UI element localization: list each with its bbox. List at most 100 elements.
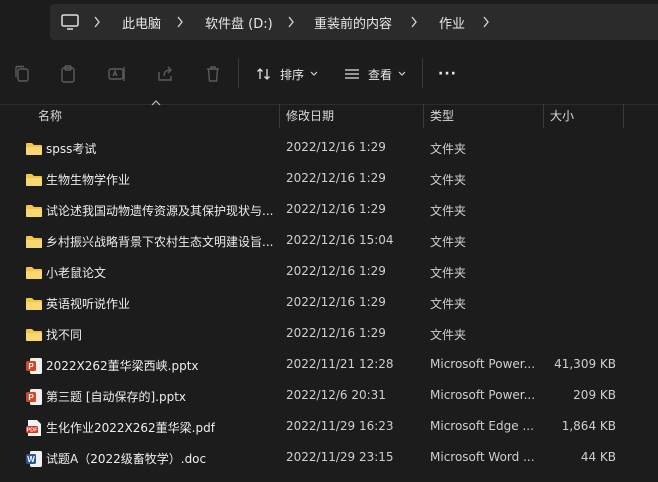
file-name: 试论述我国动物遗传资源及其保护现状与... bbox=[46, 204, 274, 218]
share-icon[interactable] bbox=[155, 64, 175, 84]
file-type: 文件夹 bbox=[430, 204, 467, 218]
file-name: 乡村振兴战略背景下农村生态文明建设旨... bbox=[46, 235, 274, 249]
chevron-right-icon[interactable] bbox=[175, 14, 185, 30]
folder-icon bbox=[26, 298, 42, 310]
copy-icon[interactable] bbox=[12, 64, 32, 84]
chevron-right-icon[interactable] bbox=[92, 14, 102, 30]
file-name: 小老鼠论文 bbox=[46, 266, 107, 280]
paste-icon[interactable] bbox=[58, 64, 78, 84]
svg-text:PDF: PDF bbox=[27, 428, 39, 434]
column-date-header[interactable]: 修改日期 bbox=[286, 104, 334, 128]
view-button[interactable]: 查看 bbox=[344, 62, 414, 86]
folder-icon bbox=[26, 143, 42, 155]
file-date: 2022/12/16 1:29 bbox=[286, 171, 386, 185]
file-type: Microsoft Power... bbox=[430, 388, 536, 402]
file-date: 2022/11/29 16:23 bbox=[286, 419, 394, 433]
docx-icon: W bbox=[26, 451, 42, 467]
column-header: 名称 修改日期 类型 大小 bbox=[0, 104, 658, 128]
file-name: 试题A（2022级畜牧学）.doc bbox=[46, 452, 207, 466]
file-name: 生化作业2022X262董华梁.pdf bbox=[46, 421, 215, 435]
file-name: 第三题 [自动保存的].pptx bbox=[46, 390, 187, 404]
file-type: 文件夹 bbox=[430, 297, 467, 311]
file-row[interactable]: 生物生物学作业 2022/12/16 1:29 文件夹 bbox=[0, 164, 658, 195]
pptx-icon: P bbox=[26, 389, 42, 405]
file-date: 2022/12/6 20:31 bbox=[286, 388, 386, 402]
file-date: 2022/12/16 1:29 bbox=[286, 202, 386, 216]
file-type: 文件夹 bbox=[430, 235, 467, 249]
file-type: 文件夹 bbox=[430, 266, 467, 280]
svg-text:P: P bbox=[28, 362, 34, 371]
breadcrumb-folder-before-reinstall[interactable]: 重装前的内容 bbox=[314, 13, 392, 32]
file-date: 2022/11/29 23:15 bbox=[286, 450, 394, 464]
file-name: 2022X262董华梁西峡.pptx bbox=[46, 359, 199, 373]
folder-icon bbox=[26, 205, 42, 217]
file-row[interactable]: 小老鼠论文 2022/12/16 1:29 文件夹 bbox=[0, 257, 658, 288]
pdf-icon: PDF bbox=[26, 420, 41, 436]
breadcrumb-drive-d[interactable]: 软件盘 (D:) bbox=[205, 13, 273, 32]
column-divider[interactable] bbox=[623, 104, 624, 128]
file-row[interactable]: W 试题A（2022级畜牧学）.doc 2022/11/29 23:15 Mic… bbox=[0, 443, 658, 474]
column-divider[interactable] bbox=[543, 104, 544, 128]
chevron-right-icon[interactable] bbox=[409, 14, 419, 30]
file-name: 生物生物学作业 bbox=[46, 173, 131, 187]
file-type: Microsoft Word ... bbox=[430, 450, 535, 464]
file-row[interactable]: 乡村振兴战略背景下农村生态文明建设旨... 2022/12/16 15:04 文… bbox=[0, 226, 658, 257]
file-row[interactable]: spss考试 2022/12/16 1:29 文件夹 bbox=[0, 133, 658, 164]
folder-icon bbox=[26, 236, 42, 248]
toolbar-divider bbox=[422, 58, 423, 88]
chevron-right-icon[interactable] bbox=[481, 14, 491, 30]
delete-icon[interactable] bbox=[203, 64, 223, 84]
folder-icon bbox=[26, 329, 42, 341]
file-row[interactable]: 英语视听说作业 2022/12/16 1:29 文件夹 bbox=[0, 288, 658, 319]
file-list: spss考试 2022/12/16 1:29 文件夹 生物生物学作业 2022/… bbox=[0, 133, 658, 474]
file-row[interactable]: 找不同 2022/12/16 1:29 文件夹 bbox=[0, 319, 658, 350]
column-type-header[interactable]: 类型 bbox=[430, 104, 454, 128]
chevron-down-icon bbox=[310, 71, 318, 76]
file-name: spss考试 bbox=[46, 142, 97, 156]
file-name: 找不同 bbox=[46, 328, 83, 342]
column-size-header[interactable]: 大小 bbox=[550, 104, 574, 128]
toolbar-divider bbox=[238, 58, 239, 88]
file-size: 1,864 KB bbox=[561, 419, 616, 433]
svg-text:W: W bbox=[27, 455, 35, 464]
file-date: 2022/12/16 15:04 bbox=[286, 233, 394, 247]
file-name: 英语视听说作业 bbox=[46, 297, 131, 311]
file-type: Microsoft Edge ... bbox=[430, 419, 534, 433]
this-pc-icon[interactable] bbox=[60, 12, 80, 32]
file-type: 文件夹 bbox=[430, 142, 467, 156]
file-size: 44 KB bbox=[580, 450, 616, 464]
file-date: 2022/12/16 1:29 bbox=[286, 140, 386, 154]
sort-label: 排序 bbox=[280, 67, 305, 82]
file-row[interactable]: PDF 生化作业2022X262董华梁.pdf 2022/11/29 16:23… bbox=[0, 412, 658, 443]
breadcrumb-homework[interactable]: 作业 bbox=[439, 13, 465, 32]
file-date: 2022/11/21 12:28 bbox=[286, 357, 394, 371]
file-row[interactable]: P 2022X262董华梁西峡.pptx 2022/11/21 12:28 Mi… bbox=[0, 350, 658, 381]
sort-button[interactable]: 排序 bbox=[256, 62, 326, 86]
file-date: 2022/12/16 1:29 bbox=[286, 295, 386, 309]
chevron-right-icon[interactable] bbox=[286, 14, 296, 30]
file-type: Microsoft Power... bbox=[430, 357, 536, 371]
file-date: 2022/12/16 1:29 bbox=[286, 326, 386, 340]
chevron-down-icon bbox=[398, 71, 406, 76]
address-bar-area: 此电脑 软件盘 (D:) 重装前的内容 作业 bbox=[0, 0, 658, 46]
breadcrumb-this-pc[interactable]: 此电脑 bbox=[122, 13, 161, 32]
more-options-button[interactable]: ··· bbox=[438, 62, 457, 86]
column-divider[interactable] bbox=[423, 104, 424, 128]
column-name-header[interactable]: 名称 bbox=[38, 104, 62, 128]
file-row[interactable]: 试论述我国动物遗传资源及其保护现状与... 2022/12/16 1:29 文件… bbox=[0, 195, 658, 226]
rename-icon[interactable] bbox=[107, 64, 127, 84]
column-divider[interactable] bbox=[279, 104, 280, 128]
command-bar: 排序 查看 ··· bbox=[0, 46, 658, 105]
sort-icon bbox=[257, 68, 270, 80]
file-row[interactable]: P 第三题 [自动保存的].pptx 2022/12/6 20:31 Micro… bbox=[0, 381, 658, 412]
file-type: 文件夹 bbox=[430, 173, 467, 187]
svg-text:P: P bbox=[28, 393, 34, 402]
file-date: 2022/12/16 1:29 bbox=[286, 264, 386, 278]
pptx-icon: P bbox=[26, 358, 42, 374]
file-type: 文件夹 bbox=[430, 328, 467, 342]
folder-icon bbox=[26, 267, 42, 279]
view-label: 查看 bbox=[368, 67, 393, 82]
view-list-icon bbox=[345, 69, 359, 79]
file-size: 209 KB bbox=[573, 388, 616, 402]
file-size: 41,309 KB bbox=[554, 357, 616, 371]
